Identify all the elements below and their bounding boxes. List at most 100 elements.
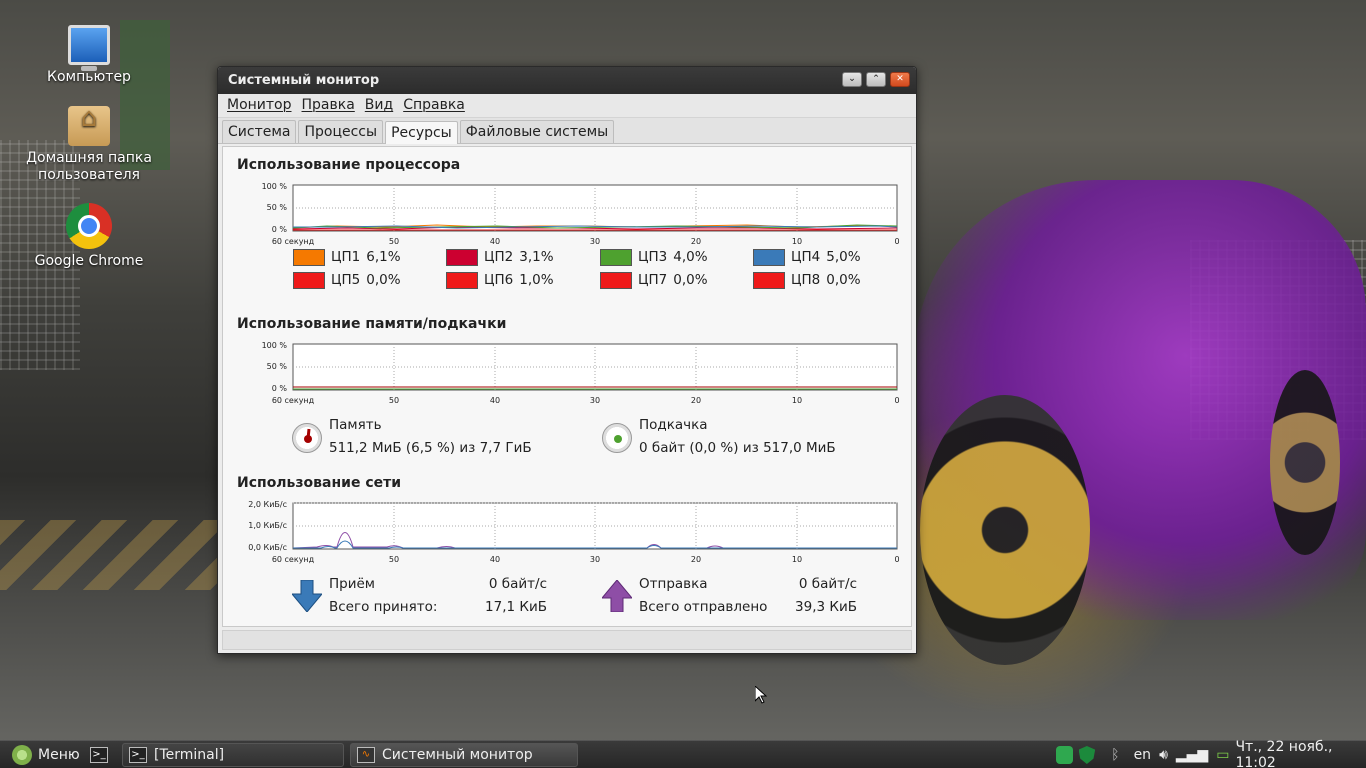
memory-ytick: 50 % — [267, 362, 288, 371]
swap-pie-icon[interactable] — [602, 423, 632, 453]
send-arrow-icon[interactable] — [602, 580, 632, 612]
cpu-legend-item[interactable]: ЦП3 4,0% — [600, 248, 708, 266]
receive-arrow-icon[interactable] — [292, 580, 322, 612]
swap-value: 0 байт (0,0 %) из 517,0 МиБ — [639, 440, 836, 456]
memory-value: 511,2 МиБ (6,5 %) из 7,7 ГиБ — [329, 440, 532, 456]
cpu-color-swatch[interactable] — [446, 271, 478, 289]
volume-icon[interactable]: 🔊︎ — [1159, 747, 1168, 763]
cpu-color-swatch[interactable] — [293, 248, 325, 266]
cpu-color-swatch[interactable] — [293, 271, 325, 289]
memory-ytick: 0 % — [272, 384, 288, 393]
cpu-core-value: 0,0% — [366, 272, 401, 288]
cpu-color-swatch[interactable] — [600, 248, 632, 266]
receive-total-label: Всего принято: — [329, 599, 438, 615]
network-section-title: Использование сети — [237, 475, 402, 491]
cpu-section-title: Использование процессора — [237, 157, 461, 173]
cpu-core-value: 4,0% — [673, 249, 708, 265]
memory-xtick: 60 секунд — [272, 396, 315, 405]
tab-resources[interactable]: Ресурсы — [385, 121, 458, 144]
cpu-color-swatch[interactable] — [446, 248, 478, 266]
send-total-label: Всего отправлено — [639, 599, 768, 615]
maximize-button[interactable]: ⌃ — [866, 72, 886, 87]
menu-view[interactable]: Вид — [360, 97, 398, 117]
terminal-launcher[interactable]: >_ — [90, 745, 115, 765]
window-titlebar[interactable]: Системный монитор ⌄ ⌃ ✕ — [218, 67, 916, 94]
tab-bar: Система Процессы Ресурсы Файловые систем… — [218, 118, 916, 144]
menu-monitor[interactable]: Монитор — [222, 97, 297, 117]
chrome-icon — [66, 203, 112, 249]
security-shield-icon[interactable] — [1078, 746, 1096, 764]
update-manager-icon[interactable] — [1056, 746, 1073, 764]
task-label: [Terminal] — [154, 747, 225, 763]
cpu-color-swatch[interactable] — [753, 271, 785, 289]
menu-edit[interactable]: Правка — [297, 97, 360, 117]
desktop-icon-label: Google Chrome — [34, 253, 144, 269]
cpu-legend-item[interactable]: ЦП4 5,0% — [753, 248, 861, 266]
close-button[interactable]: ✕ — [890, 72, 910, 87]
cpu-color-swatch[interactable] — [753, 248, 785, 266]
desktop-icon-label: Домашняя папка пользователя — [26, 150, 152, 183]
desktop-icon-home-folder[interactable]: Домашняя папка пользователя — [14, 106, 164, 184]
send-label: Отправка — [639, 576, 708, 592]
cpu-xtick: 30 — [590, 237, 600, 246]
memory-label: Память — [329, 417, 382, 433]
tab-filesystems[interactable]: Файловые системы — [459, 120, 615, 143]
cpu-legend-item[interactable]: ЦП6 1,0% — [446, 271, 554, 289]
memory-xtick: 10 — [792, 396, 802, 405]
network-ytick: 1,0 КиБ/с — [248, 521, 287, 530]
network-signal-icon[interactable]: ▂▄▆ — [1176, 747, 1208, 763]
cpu-legend-item[interactable]: ЦП1 6,1% — [293, 248, 401, 266]
network-xtick: 50 — [389, 555, 399, 564]
desktop-icon-chrome[interactable]: Google Chrome — [14, 203, 164, 270]
system-monitor-icon: ∿ — [357, 747, 375, 763]
cpu-legend-item[interactable]: ЦП2 3,1% — [446, 248, 554, 266]
battery-icon[interactable]: ▭ — [1216, 747, 1229, 763]
terminal-icon: >_ — [90, 747, 108, 763]
cpu-ytick: 0 % — [272, 225, 288, 234]
memory-xtick: 0 — [894, 396, 899, 405]
send-total: 39,3 КиБ — [795, 599, 857, 615]
cpu-legend-item[interactable]: ЦП8 0,0% — [753, 271, 861, 289]
memory-graph: 100 % 50 % 0 % 60 секунд 50 40 30 20 10 … — [237, 339, 903, 405]
receive-label: Приём — [329, 576, 375, 592]
cpu-xtick: 20 — [691, 237, 701, 246]
tab-processes[interactable]: Процессы — [298, 120, 384, 143]
cpu-legend-item[interactable]: ЦП5 0,0% — [293, 271, 401, 289]
minimize-button[interactable]: ⌄ — [842, 72, 862, 87]
clock[interactable]: Чт., 22 нояб., 11:02 — [1235, 739, 1366, 768]
cpu-graph: 100 % 50 % 0 % 60 секунд 50 40 30 20 10 … — [237, 180, 903, 246]
cpu-xtick: 0 — [894, 237, 899, 246]
bluetooth-icon[interactable]: ᛒ — [1111, 747, 1119, 763]
cpu-core-name: ЦП8 — [791, 272, 821, 288]
memory-xtick: 30 — [590, 396, 600, 405]
send-rate: 0 байт/с — [798, 576, 857, 592]
cpu-xtick: 10 — [792, 237, 802, 246]
wallpaper-stripe — [0, 520, 230, 590]
cpu-color-swatch[interactable] — [600, 271, 632, 289]
task-system-monitor[interactable]: ∿ Системный монитор — [350, 743, 578, 767]
receive-total: 17,1 КиБ — [485, 599, 547, 615]
desktop-icon-label: Компьютер — [47, 69, 131, 85]
memory-graph-svg: 100 % 50 % 0 % 60 секунд 50 40 30 20 10 … — [262, 341, 900, 405]
memory-pie-icon[interactable] — [292, 423, 322, 453]
network-xtick: 10 — [792, 555, 802, 564]
menu-button-label: Меню — [38, 747, 80, 763]
cpu-core-name: ЦП5 — [331, 272, 361, 288]
menu-help[interactable]: Справка — [398, 97, 470, 117]
network-ytick: 2,0 КиБ/с — [248, 500, 287, 509]
tab-system[interactable]: Система — [222, 120, 297, 143]
cpu-core-value: 5,0% — [826, 249, 861, 265]
cpu-core-value: 0,0% — [673, 272, 708, 288]
cpu-xtick: 50 — [389, 237, 399, 246]
taskbar: Меню >_ >_ [Terminal] ∿ Системный монито… — [0, 739, 1366, 768]
network-ytick: 0,0 КиБ/с — [248, 543, 287, 552]
task-terminal[interactable]: >_ [Terminal] — [122, 743, 344, 767]
memory-xtick: 40 — [490, 396, 500, 405]
cpu-core-name: ЦП3 — [638, 249, 668, 265]
desktop-icon-computer[interactable]: Компьютер — [14, 25, 164, 86]
keyboard-layout[interactable]: en — [1134, 747, 1152, 763]
cpu-core-name: ЦП2 — [484, 249, 514, 265]
cpu-core-name: ЦП1 — [331, 249, 361, 265]
cpu-legend-item[interactable]: ЦП7 0,0% — [600, 271, 708, 289]
menu-button[interactable]: Меню — [12, 745, 80, 765]
